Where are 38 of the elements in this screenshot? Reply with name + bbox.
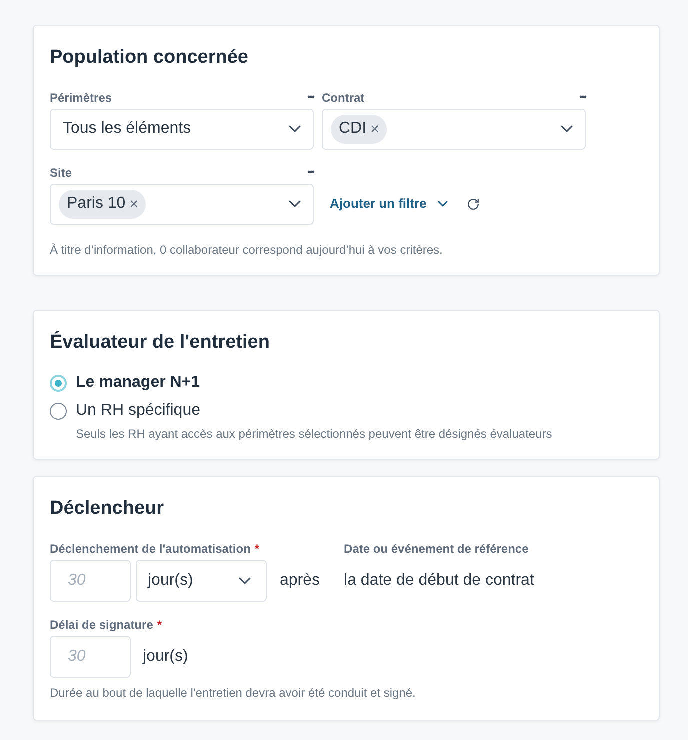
field-label: Délai de signature — [50, 616, 154, 634]
field-label: Site — [50, 164, 72, 182]
select-value: Tous les éléments — [62, 119, 192, 139]
select-field[interactable]: Tous les éléments — [50, 108, 314, 150]
required-mark: * — [254, 540, 260, 558]
radio-button[interactable] — [50, 374, 67, 392]
more-button[interactable]: ••• — [308, 168, 314, 177]
required-mark: * — [157, 616, 162, 634]
connector-text: après — [280, 570, 320, 590]
more-button[interactable]: ••• — [308, 93, 314, 102]
section-title: Déclencheur — [50, 497, 166, 521]
radio-option[interactable]: Le manager N+1 — [50, 369, 643, 397]
refresh-icon — [466, 198, 480, 210]
select-field[interactable]: Paris 10 × — [50, 184, 314, 224]
info-text: À titre d’information, 0 collaborateur correspond aujourd’hui à vos critères. — [50, 242, 444, 258]
select-field[interactable]: CDI × — [322, 108, 586, 150]
radio-button[interactable] — [50, 402, 67, 420]
more-button[interactable]: ••• — [580, 93, 586, 102]
chip-remove-button[interactable]: × — [130, 196, 138, 212]
field-label: Périmètres — [50, 90, 112, 106]
section-title: Population concernée — [50, 46, 250, 70]
chip-label: CDI — [339, 119, 367, 139]
reference-value: la date de début de contrat — [344, 570, 534, 590]
field-label: Date ou événement de référence — [344, 540, 529, 558]
radio-option[interactable]: Un RH spécifique — [50, 397, 643, 425]
add-filter-button[interactable]: Ajouter un filtre — [330, 194, 451, 214]
number-field[interactable]: 30 — [50, 560, 131, 602]
hint-text: Durée au bout de laquelle l'entretien devra avoir été conduit et signé. — [50, 684, 417, 702]
number-field[interactable]: 30 — [50, 636, 131, 678]
section-title: Évaluateur de l'entretien — [50, 330, 271, 354]
chip-label: Paris 10 — [67, 194, 126, 214]
unit-text: jour(s) — [143, 646, 188, 666]
chip-remove-button[interactable]: × — [370, 122, 380, 136]
hint-text: Seuls les RH ayant accès aux périmètres sélectionnés peuvent être désignés évaluateurs — [75, 426, 554, 443]
reset-button[interactable] — [466, 198, 480, 210]
unit-select[interactable]: jour(s) — [136, 560, 267, 602]
field-label: Contrat — [322, 90, 365, 106]
field-label: Déclenchement de l'automatisation — [50, 540, 251, 558]
